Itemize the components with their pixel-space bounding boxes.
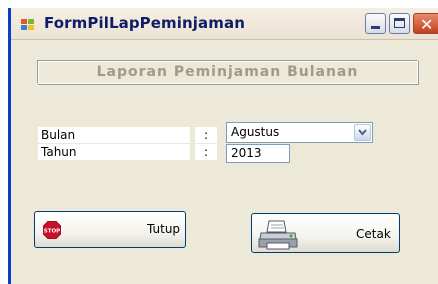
app-window-icon bbox=[21, 19, 35, 31]
bulan-dropdown[interactable]: Agustus bbox=[226, 122, 373, 143]
chevron-down-icon bbox=[358, 129, 367, 136]
dropdown-toggle[interactable] bbox=[354, 124, 371, 141]
bulan-selected-value: Agustus bbox=[231, 125, 280, 139]
bulan-separator: : bbox=[195, 127, 217, 143]
maximize-button[interactable] bbox=[389, 13, 410, 34]
tahun-value: 2013 bbox=[231, 146, 262, 160]
minimize-icon bbox=[371, 26, 380, 29]
report-header-panel: Laporan Peminjaman Bulanan bbox=[37, 60, 418, 84]
close-button[interactable]: ✕ bbox=[413, 13, 438, 34]
minimize-button[interactable] bbox=[365, 13, 386, 34]
close-icon: ✕ bbox=[420, 15, 434, 34]
tahun-label: Tahun bbox=[38, 144, 190, 160]
stop-sign-icon: STOP bbox=[43, 221, 61, 239]
cetak-button[interactable]: Cetak bbox=[251, 213, 400, 253]
title-bar[interactable]: FormPilLapPeminjaman ✕ bbox=[11, 8, 438, 40]
report-header-label: Laporan Peminjaman Bulanan bbox=[96, 64, 359, 80]
bulan-label: Bulan bbox=[38, 127, 190, 143]
tahun-separator: : bbox=[195, 144, 217, 160]
printer-icon bbox=[258, 220, 298, 250]
stop-icon-text: STOP bbox=[44, 229, 60, 235]
window-title: FormPilLapPeminjaman bbox=[44, 14, 245, 32]
tahun-input[interactable]: 2013 bbox=[226, 144, 290, 163]
tutup-button[interactable]: STOP Tutup bbox=[34, 211, 186, 248]
cetak-label: Cetak bbox=[356, 227, 391, 241]
report-form-window: FormPilLapPeminjaman ✕ Laporan Peminjama… bbox=[8, 8, 438, 284]
tutup-label: Tutup bbox=[147, 222, 181, 236]
maximize-icon bbox=[394, 18, 405, 28]
